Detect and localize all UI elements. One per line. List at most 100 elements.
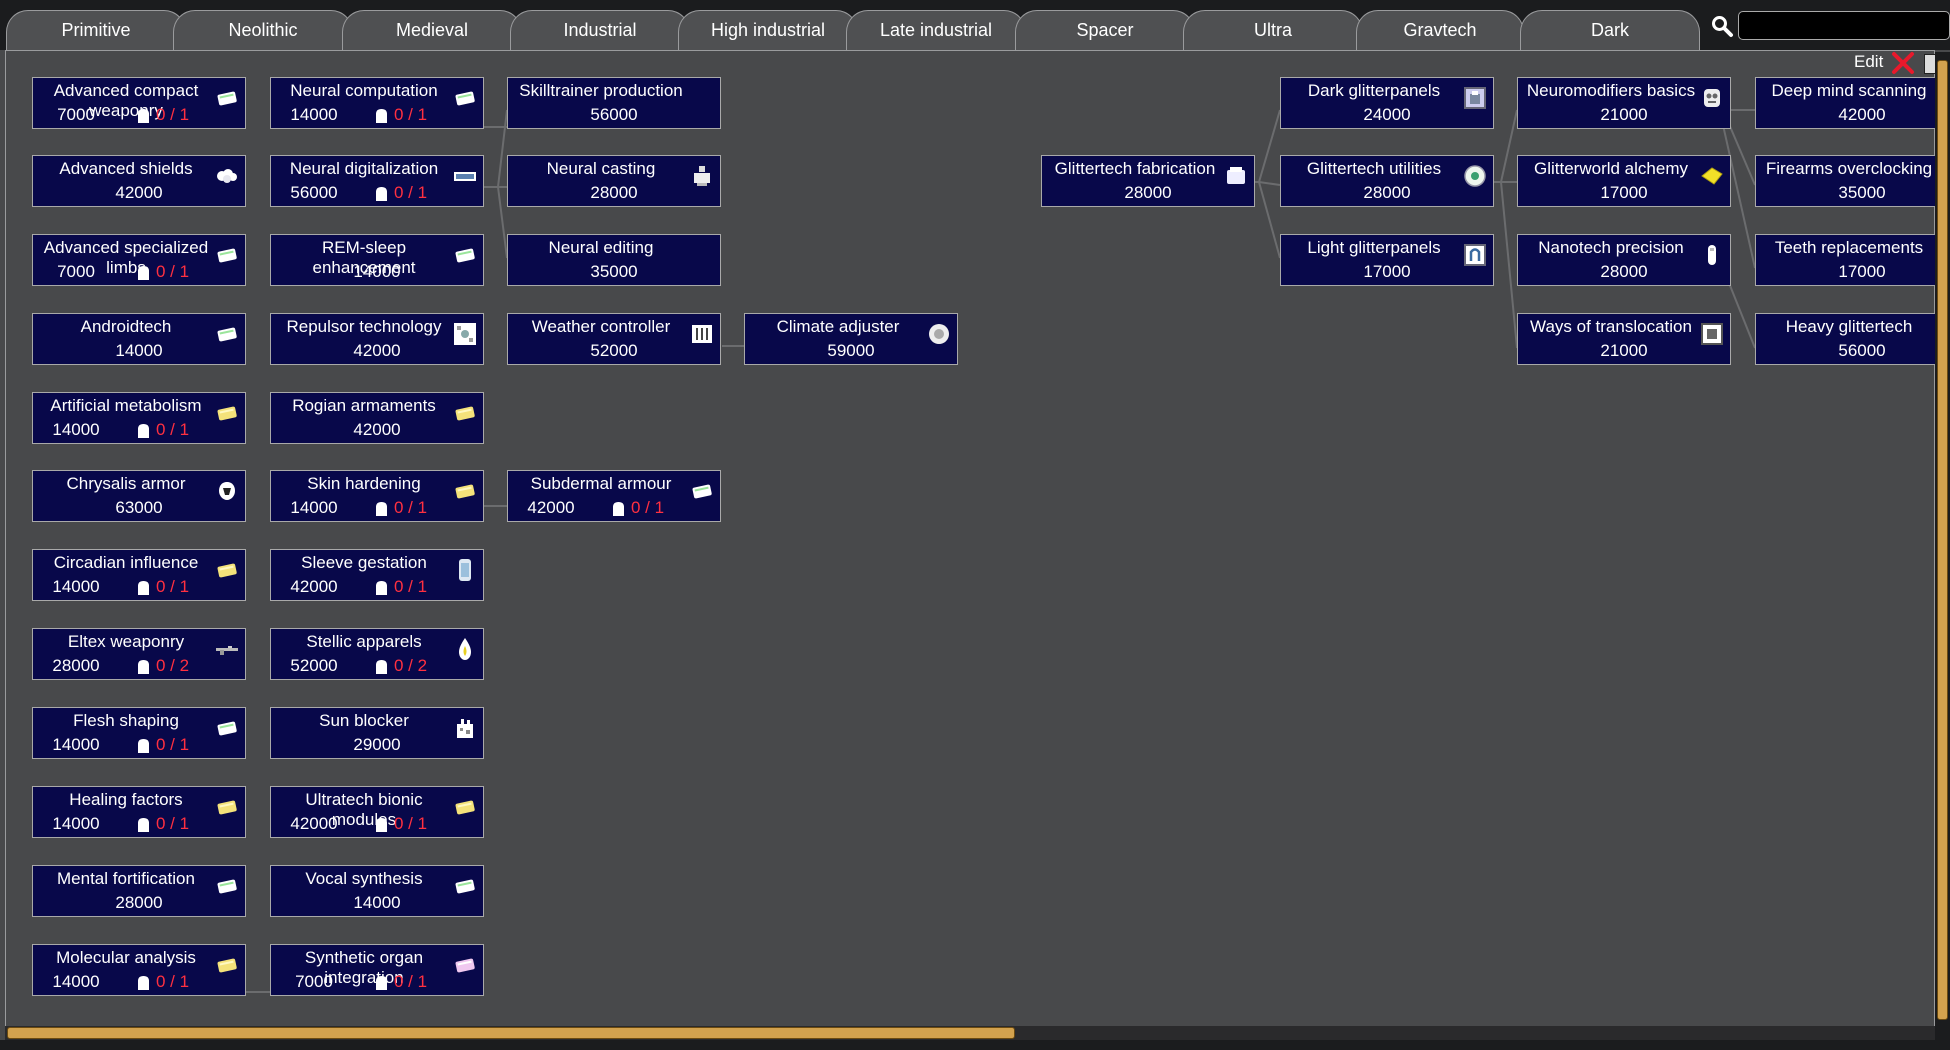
gold-tech-tablet-icon [217, 800, 237, 815]
research-node-teeth-replacements[interactable]: Teeth replacements 17000 [1755, 234, 1950, 286]
gold-tech-tablet-icon [217, 406, 237, 421]
research-node-glittertech-utilities[interactable]: Glittertech utilities 28000 [1280, 155, 1494, 207]
bench-requirement-icon [376, 187, 387, 201]
research-node-circadian-influence[interactable]: Circadian influence 14000 0 / 1 [32, 549, 246, 601]
requirement-count: 0 / 1 [394, 972, 428, 991]
research-node-firearms-overclocking[interactable]: Firearms overclocking 35000 [1755, 155, 1950, 207]
bench-requirement-icon [376, 502, 387, 516]
research-cost: 17000 [1363, 262, 1411, 281]
close-icon[interactable] [1890, 50, 1916, 76]
bench-requirement-icon [376, 660, 387, 674]
research-cost: 56000 [1838, 341, 1886, 360]
research-node-rogian-armaments[interactable]: Rogian armaments 42000 [270, 392, 484, 444]
bench-requirement-icon [138, 424, 149, 438]
research-cost: 17000 [1838, 262, 1886, 281]
requirement-count: 0 / 1 [394, 498, 428, 517]
research-cost: 14000 [52, 420, 100, 439]
research-node-sun-blocker[interactable]: Sun blocker 29000 [270, 707, 484, 759]
research-cost: 21000 [1600, 105, 1648, 124]
research-node-label: Glitterworld alchemy [1534, 159, 1688, 178]
bench-requirement-icon [376, 976, 387, 990]
research-cost: 42000 [115, 183, 163, 202]
tech-tablet-icon [455, 248, 475, 263]
research-node-synthetic-organ-integration[interactable]: Synthetic organ integration 7000 0 / 1 [270, 944, 484, 996]
research-node-artificial-metabolism[interactable]: Artificial metabolism 14000 0 / 1 [32, 392, 246, 444]
research-cost: 56000 [290, 183, 338, 202]
research-node-neural-editing[interactable]: Neural editing 35000 [507, 234, 721, 286]
research-node-advanced-compact-weaponry[interactable]: Advanced compact weaponry 7000 0 / 1 [32, 77, 246, 129]
gold-tech-tablet-icon [455, 406, 475, 421]
requirement-count: 0 / 1 [156, 420, 190, 439]
research-cost: 14000 [115, 341, 163, 360]
edit-mode-button[interactable]: Edit [1854, 52, 1883, 72]
weather-icon [692, 325, 712, 343]
research-cost: 14000 [290, 105, 338, 124]
research-node-advanced-shields[interactable]: Advanced shields 42000 [32, 155, 246, 207]
research-node-neural-casting[interactable]: Neural casting 28000 [507, 155, 721, 207]
research-cost: 14000 [353, 893, 401, 912]
research-node-vocal-synthesis[interactable]: Vocal synthesis 14000 [270, 865, 484, 917]
research-node-skilltrainer-production[interactable]: Skilltrainer production 56000 [507, 77, 721, 129]
light-panel-icon [1464, 244, 1486, 266]
research-node-label: Skin hardening [307, 474, 421, 493]
tech-tablet-icon [217, 879, 237, 894]
research-node-climate-adjuster[interactable]: Climate adjuster 59000 [744, 313, 958, 365]
bench-requirement-icon [138, 581, 149, 595]
research-node-androidtech[interactable]: Androidtech 14000 [32, 313, 246, 365]
research-node-label: Teeth replacements [1774, 238, 1924, 257]
research-node-label: Neural casting [546, 159, 656, 178]
research-node-stellic-apparels[interactable]: Stellic apparels 52000 0 / 2 [270, 628, 484, 680]
research-node-rem-sleep-enhancement[interactable]: REM-sleep enhancement 14000 [270, 234, 484, 286]
research-node-neural-computation[interactable]: Neural computation 14000 0 / 1 [270, 77, 484, 129]
research-node-glitterworld-alchemy[interactable]: Glitterworld alchemy 17000 [1517, 155, 1731, 207]
research-node-label: Skilltrainer production [519, 81, 683, 100]
research-node-nanotech-precision[interactable]: Nanotech precision 28000 [1517, 234, 1731, 286]
bottom-bar [0, 1040, 1950, 1050]
research-node-deep-mind-scanning[interactable]: Deep mind scanning 42000 [1755, 77, 1950, 129]
research-node-neuromodifiers-basics[interactable]: Neuromodifiers basics 21000 [1517, 77, 1731, 129]
research-node-repulsor-technology[interactable]: Repulsor technology 42000 [270, 313, 484, 365]
research-node-label: Sun blocker [319, 711, 409, 730]
requirement-count: 0 / 1 [394, 814, 428, 833]
tech-tablet-icon [455, 879, 475, 894]
horizontal-scrollbar-thumb[interactable] [7, 1027, 1015, 1039]
research-node-molecular-analysis[interactable]: Molecular analysis 14000 0 / 1 [32, 944, 246, 996]
research-cost: 14000 [52, 814, 100, 833]
research-node-chrysalis-armor[interactable]: Chrysalis armor 63000 [32, 470, 246, 522]
requirement-count: 0 / 1 [156, 972, 190, 991]
research-node-healing-factors[interactable]: Healing factors 14000 0 / 1 [32, 786, 246, 838]
bench-requirement-icon [613, 502, 624, 516]
research-cost: 52000 [590, 341, 638, 360]
research-node-ways-of-translocation[interactable]: Ways of translocation 21000 [1517, 313, 1731, 365]
research-node-weather-controller[interactable]: Weather controller 52000 [507, 313, 721, 365]
research-node-eltex-weaponry[interactable]: Eltex weaponry 28000 0 / 2 [32, 628, 246, 680]
research-node-label: Artificial metabolism [50, 396, 202, 415]
research-node-label: Light glitterpanels [1307, 238, 1441, 257]
research-node-dark-glitterpanels[interactable]: Dark glitterpanels 24000 [1280, 77, 1494, 129]
research-node-flesh-shaping[interactable]: Flesh shaping 14000 0 / 1 [32, 707, 246, 759]
vertical-scrollbar-thumb[interactable] [1937, 60, 1948, 1020]
research-node-neural-digitalization[interactable]: Neural digitalization 56000 0 / 1 [270, 155, 484, 207]
research-node-mental-fortification[interactable]: Mental fortification 28000 [32, 865, 246, 917]
research-node-glittertech-fabrication[interactable]: Glittertech fabrication 28000 [1041, 155, 1255, 207]
bench-requirement-icon [138, 818, 149, 832]
research-cost: 28000 [1124, 183, 1172, 202]
research-node-light-glitterpanels[interactable]: Light glitterpanels 17000 [1280, 234, 1494, 286]
research-node-advanced-specialized-limbs[interactable]: Advanced specialized limbs 7000 0 / 1 [32, 234, 246, 286]
research-node-ultratech-bionic-modules[interactable]: Ultratech bionic modules 42000 0 / 1 [270, 786, 484, 838]
vial-icon [1708, 245, 1716, 265]
bench-requirement-icon [138, 739, 149, 753]
research-node-label: Sleeve gestation [301, 553, 427, 572]
research-node-subdermal-armour[interactable]: Subdermal armour 42000 0 / 1 [507, 470, 721, 522]
research-node-heavy-glittertech[interactable]: Heavy glittertech 56000 [1755, 313, 1950, 365]
research-node-skin-hardening[interactable]: Skin hardening 14000 0 / 1 [270, 470, 484, 522]
portal-icon [1701, 323, 1723, 345]
research-cost: 17000 [1600, 183, 1648, 202]
bench-requirement-icon [376, 818, 387, 832]
tech-tablet-icon [217, 721, 237, 736]
research-cost: 28000 [52, 656, 100, 675]
research-node-label: Ways of translocation [1530, 317, 1692, 336]
research-node-label: Repulsor technology [286, 317, 442, 336]
research-node-sleeve-gestation[interactable]: Sleeve gestation 42000 0 / 1 [270, 549, 484, 601]
yellow-gem-icon [1701, 167, 1723, 185]
